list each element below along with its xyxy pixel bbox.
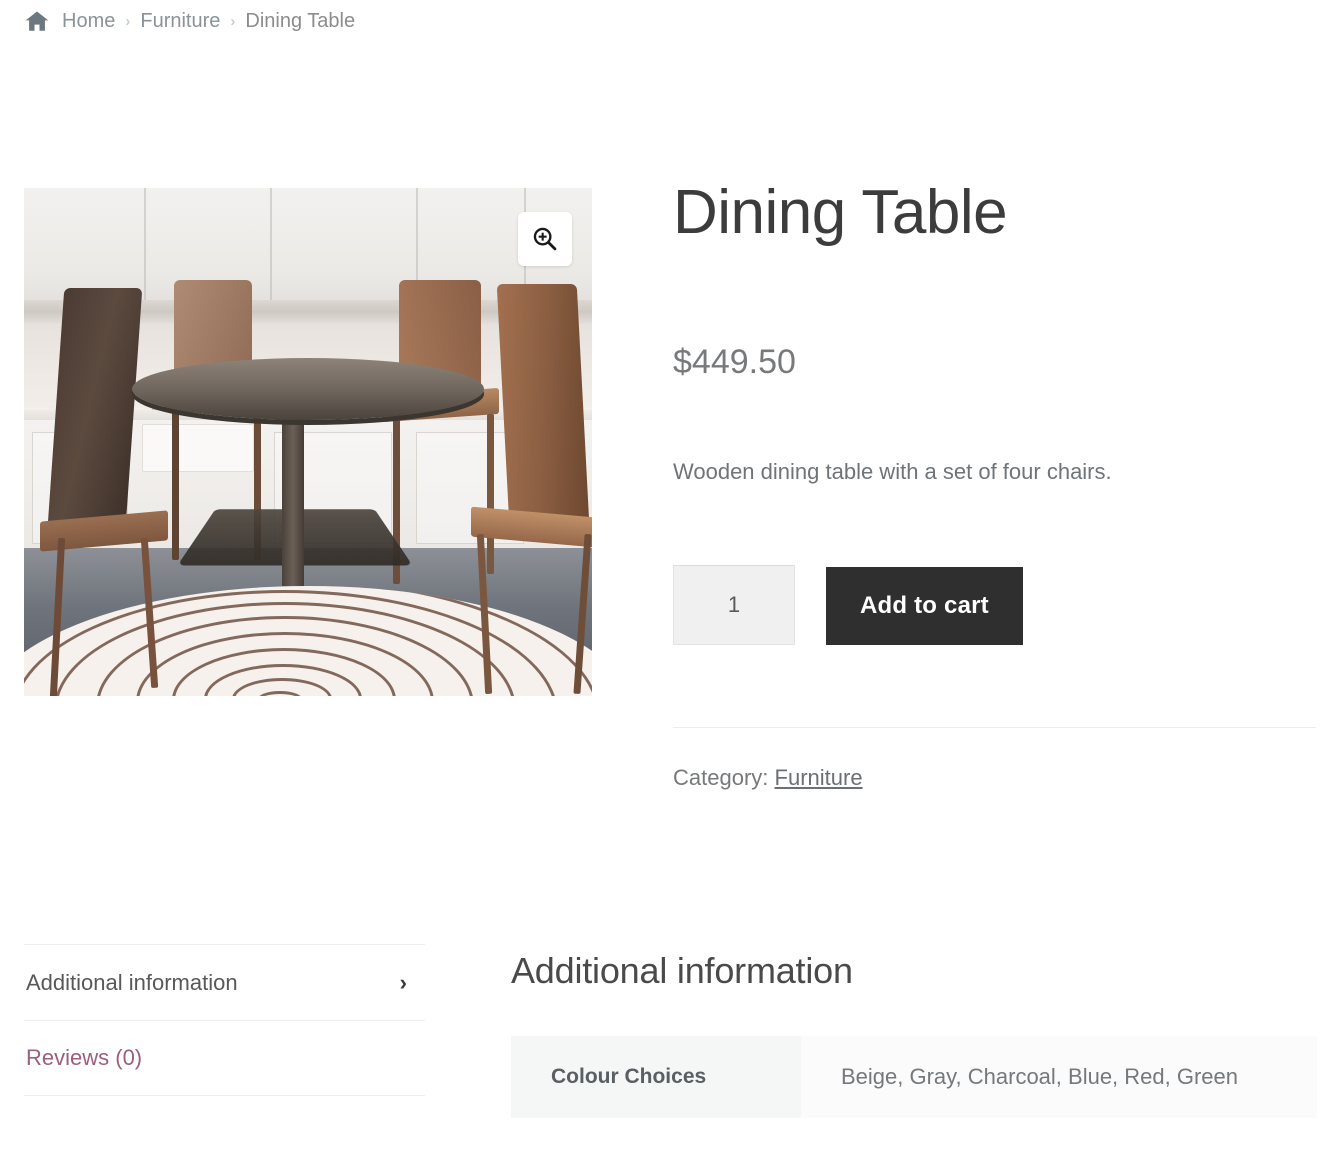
magnifier-plus-icon[interactable]	[518, 212, 572, 266]
chair-leg	[49, 537, 66, 696]
product-short-description: Wooden dining table with a set of four c…	[673, 459, 1112, 484]
tab-label: Additional information	[26, 969, 238, 995]
product-image[interactable]	[24, 188, 592, 696]
attribute-value: Beige, Gray, Charcoal, Blue, Red, Green	[801, 1036, 1317, 1118]
chair-front-left	[34, 288, 168, 696]
chair-leg	[476, 533, 493, 695]
tab-label: Reviews (0)	[26, 1045, 143, 1070]
breadcrumb-item-furniture[interactable]: Furniture	[140, 10, 220, 33]
attribute-name: Colour Choices	[511, 1036, 801, 1118]
panel-title: Additional information	[511, 950, 853, 991]
chair-leg	[172, 410, 179, 560]
product-summary: Dining Table	[673, 178, 1313, 247]
chair-leg	[573, 533, 592, 695]
chair-front-right	[471, 284, 592, 696]
chair-back	[47, 288, 143, 526]
add-to-cart-button[interactable]: Add to cart	[826, 567, 1023, 645]
breadcrumb: Home › Furniture › Dining Table	[24, 8, 355, 34]
home-icon[interactable]	[24, 8, 50, 34]
product-category: Category: Furniture	[673, 765, 863, 791]
quantity-input[interactable]	[673, 565, 795, 645]
product-gallery[interactable]	[24, 188, 592, 696]
table-pedestal	[282, 416, 304, 586]
chair-back-left	[164, 280, 274, 620]
table-row: Colour Choices Beige, Gray, Charcoal, Bl…	[511, 1036, 1317, 1118]
chevron-right-icon: ›	[399, 969, 407, 995]
product-tabs: Additional information › Reviews (0)	[24, 944, 425, 1096]
product-page: Home › Furniture › Dining Table Dining T…	[0, 0, 1343, 1162]
attributes-table: Colour Choices Beige, Gray, Charcoal, Bl…	[511, 1036, 1317, 1118]
breadcrumb-item-current: Dining Table	[245, 9, 356, 32]
category-link[interactable]: Furniture	[775, 765, 863, 790]
breadcrumb-item-home[interactable]: Home	[62, 10, 115, 33]
breadcrumb-separator-2: ›	[230, 12, 236, 30]
tab-panel-additional-information: Additional information Colour Choices Be…	[511, 950, 1317, 1118]
product-price: $449.50	[673, 343, 796, 381]
summary-divider	[673, 727, 1316, 728]
category-label: Category:	[673, 765, 769, 790]
tab-additional-information[interactable]: Additional information ›	[24, 944, 425, 1020]
add-to-cart-form: Add to cart	[673, 565, 1023, 645]
page-title: Dining Table	[673, 178, 1008, 247]
breadcrumb-separator-1: ›	[125, 12, 131, 30]
table-top	[132, 358, 484, 420]
tab-reviews[interactable]: Reviews (0)	[24, 1020, 425, 1096]
chair-back	[496, 284, 590, 524]
